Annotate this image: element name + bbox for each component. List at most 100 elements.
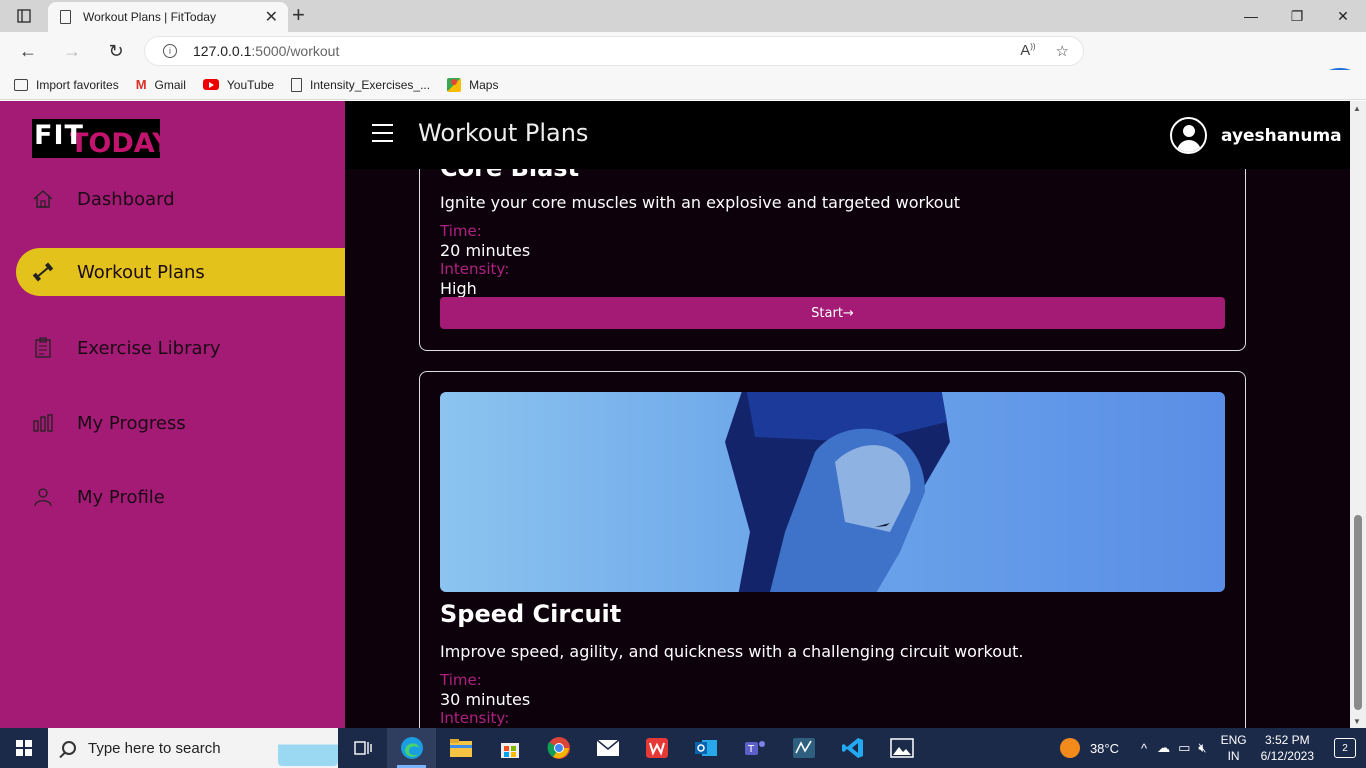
url-host: 127.0.0.1	[193, 43, 252, 59]
clock-time: 3:52 PM	[1264, 733, 1310, 747]
start-button[interactable]	[0, 728, 48, 768]
browser-tab[interactable]: Workout Plans | FitToday ✕	[48, 2, 288, 32]
screen: Workout Plans | FitToday ✕ + — ❐ ✕ ← → ↻…	[0, 0, 1366, 768]
username[interactable]: ayeshanuma	[1221, 126, 1342, 146]
favorite-intensity-exercises[interactable]: Intensity_Exercises_...	[291, 77, 430, 92]
wps-icon	[645, 738, 668, 758]
top-header: Workout Plans ayeshanuma	[345, 101, 1350, 169]
import-icon	[14, 78, 28, 91]
user-icon	[32, 487, 54, 507]
taskbar-edge[interactable]	[387, 728, 436, 768]
sidebar-item-workout-plans[interactable]: Workout Plans	[16, 248, 345, 296]
windows-logo-icon	[16, 740, 32, 756]
taskbar-mail[interactable]	[583, 728, 632, 768]
onedrive-icon[interactable]: ☁	[1157, 740, 1170, 756]
sidebar-item-label: My Progress	[77, 412, 186, 434]
notifications-icon[interactable]: 2	[1334, 738, 1356, 758]
workbench-icon	[792, 738, 815, 758]
search-icon	[62, 741, 76, 755]
search-placeholder: Type here to search	[88, 739, 221, 757]
fittoday-logo[interactable]: TODAY FIT	[32, 119, 160, 158]
close-tab-icon[interactable]: ✕	[265, 7, 278, 27]
home-icon	[32, 189, 54, 209]
task-view-button[interactable]	[338, 728, 387, 768]
close-window-button[interactable]: ✕	[1320, 0, 1366, 32]
main-content: Workout Plans ayeshanuma Core Blast Igni…	[345, 101, 1350, 728]
scrollbar-thumb[interactable]	[1354, 515, 1362, 710]
page-title: Workout Plans	[418, 119, 589, 147]
outlook-icon	[694, 740, 717, 756]
sidebar-item-label: My Profile	[77, 486, 165, 508]
favorite-label: Gmail	[154, 77, 186, 92]
sidebar-item-my-profile[interactable]: My Profile	[16, 473, 345, 521]
taskbar-chrome[interactable]	[534, 728, 583, 768]
tab-title: Workout Plans | FitToday	[83, 10, 216, 24]
sidebar: TODAY FIT Dashboard Workout Plans Ex	[0, 101, 345, 728]
dumbbell-icon	[32, 262, 54, 282]
address-bar[interactable]: i 127.0.0.1:5000/workout A)) ☆	[144, 36, 1084, 66]
region-code: IN	[1227, 749, 1240, 763]
forward-button[interactable]: →	[50, 32, 94, 70]
sidebar-item-exercise-library[interactable]: Exercise Library	[16, 324, 345, 372]
browser-navbar: ← → ↻ i 127.0.0.1:5000/workout A)) ☆ ☆ ⧉…	[0, 32, 1366, 98]
time-label: Time:	[440, 671, 482, 689]
scroll-down-icon[interactable]: ▼	[1353, 717, 1361, 726]
windows-taskbar: Type here to search T 38°C ^ ☁ ▭ 🔇︎ ENG …	[0, 728, 1366, 768]
favorite-star-icon[interactable]: ☆	[1056, 42, 1069, 60]
taskbar-mysql-workbench[interactable]	[779, 728, 828, 768]
web-page: TODAY FIT Dashboard Workout Plans Ex	[0, 101, 1366, 728]
time-value: 30 minutes	[440, 690, 531, 709]
window-controls: — ❐ ✕	[1228, 0, 1366, 32]
favorites-bar: Import favorites M Gmail YouTube Intensit…	[0, 70, 1366, 100]
workout-description: Improve speed, agility, and quickness wi…	[440, 642, 1024, 661]
document-icon	[291, 77, 303, 92]
taskbar-store[interactable]	[485, 728, 534, 768]
clock[interactable]: 3:52 PM 6/12/2023	[1261, 732, 1314, 764]
tab-actions-button[interactable]	[0, 0, 48, 32]
sidebar-item-label: Exercise Library	[77, 337, 221, 359]
scroll-up-icon[interactable]: ▲	[1353, 104, 1361, 113]
task-view-icon	[353, 741, 372, 755]
read-aloud-icon[interactable]: A))	[1020, 42, 1035, 60]
restore-button[interactable]: ❐	[1274, 0, 1320, 32]
taskbar-search[interactable]: Type here to search	[48, 728, 338, 768]
runner-leg-image	[725, 392, 950, 592]
clock-date: 6/12/2023	[1260, 749, 1314, 763]
favorite-import[interactable]: Import favorites	[14, 78, 119, 92]
weather-icon[interactable]	[1059, 738, 1080, 758]
favorite-maps[interactable]: Maps	[447, 77, 498, 92]
minimize-button[interactable]: —	[1228, 0, 1274, 32]
temperature[interactable]: 38°C	[1090, 741, 1119, 756]
favorite-youtube[interactable]: YouTube	[202, 78, 274, 92]
taskbar-vscode[interactable]	[828, 728, 877, 768]
user-avatar-icon[interactable]	[1170, 117, 1207, 154]
taskbar-outlook[interactable]	[681, 728, 730, 768]
show-hidden-icons[interactable]: ^	[1141, 741, 1147, 756]
time-label: Time:	[440, 222, 482, 240]
volume-muted-icon[interactable]: 🔇︎	[1198, 740, 1206, 756]
hamburger-menu-icon[interactable]	[372, 124, 393, 148]
vscode-icon	[841, 738, 863, 758]
taskbar-wps[interactable]	[632, 728, 681, 768]
search-highlight-image	[278, 730, 338, 766]
site-info-icon[interactable]: i	[163, 44, 177, 58]
page-scrollbar[interactable]: ▲ ▼	[1350, 101, 1366, 728]
system-tray: 38°C ^ ☁ ▭ 🔇︎ ENG IN 3:52 PM 6/12/2023 2	[1059, 728, 1366, 768]
network-icon[interactable]: ▭	[1178, 740, 1190, 756]
taskbar-teams[interactable]: T	[730, 728, 779, 768]
url-path: :5000/workout	[251, 43, 340, 59]
taskbar-file-explorer[interactable]	[436, 728, 485, 768]
workout-image	[440, 392, 1225, 592]
new-tab-button[interactable]: +	[292, 4, 305, 26]
taskbar-photos[interactable]	[877, 728, 926, 768]
logo-fit-text: FIT	[34, 120, 84, 151]
start-workout-button[interactable]: Start→	[440, 297, 1225, 329]
intensity-label: Intensity:	[440, 709, 510, 727]
language-indicator[interactable]: ENG IN	[1221, 732, 1247, 764]
youtube-icon	[202, 79, 219, 90]
favorite-gmail[interactable]: M Gmail	[136, 77, 186, 92]
sidebar-item-my-progress[interactable]: My Progress	[16, 399, 345, 447]
refresh-button[interactable]: ↻	[94, 32, 138, 70]
sidebar-item-dashboard[interactable]: Dashboard	[16, 175, 345, 223]
back-button[interactable]: ←	[6, 32, 50, 70]
